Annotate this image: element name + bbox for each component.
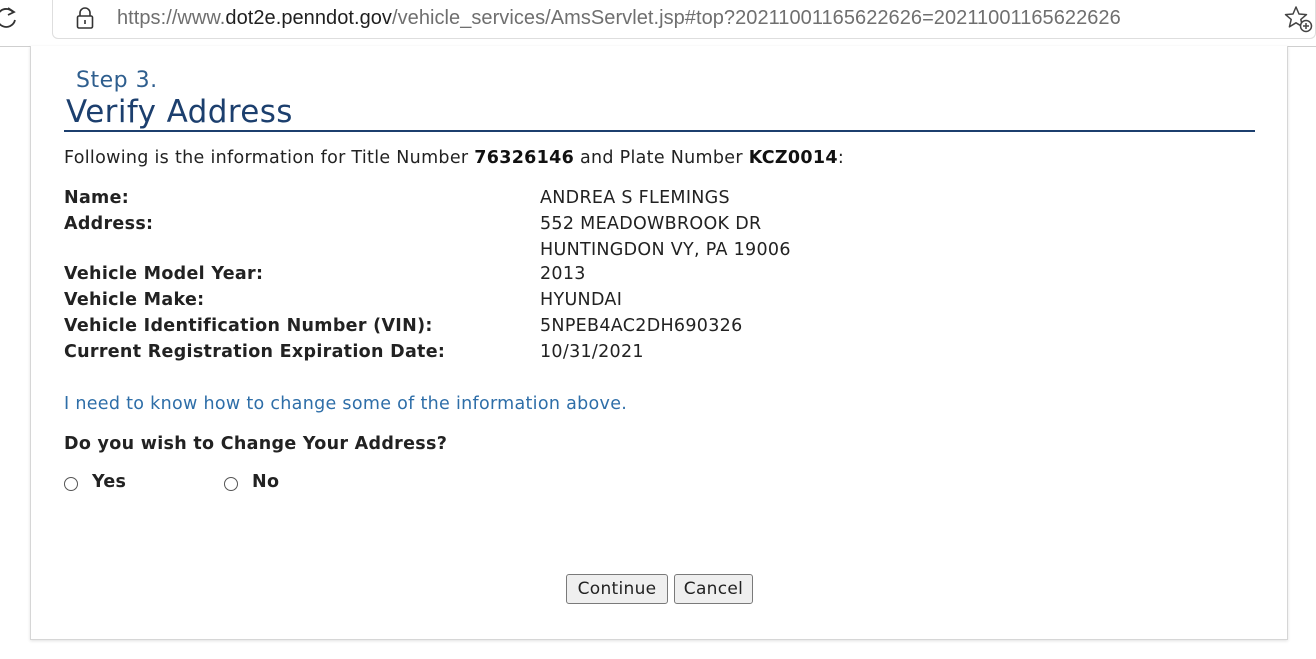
lock-icon[interactable] [75, 6, 95, 30]
url-path: /vehicle_services/AmsServlet.jsp#top?202… [391, 7, 1121, 29]
address-label: Address: [64, 214, 154, 234]
intro-suffix: : [837, 148, 845, 168]
yes-option[interactable]: Yes [64, 470, 126, 494]
intro-middle: and Plate Number [574, 148, 749, 168]
continue-button[interactable]: Continue [566, 574, 668, 604]
no-option[interactable]: No [224, 470, 279, 494]
make-value: HYUNDAI [540, 290, 623, 310]
change-info-help-link[interactable]: I need to know how to change some of the… [64, 392, 627, 416]
browser-toolbar: https://www.dot2e.penndot.gov/vehicle_se… [0, 0, 1316, 47]
expiration-row: Current Registration Expiration Date: 10… [64, 340, 644, 364]
title-divider [64, 130, 1255, 132]
vin-row: Vehicle Identification Number (VIN): 5NP… [64, 314, 742, 338]
intro-text: Following is the information for Title N… [64, 146, 844, 170]
page-card: Step 3. Verify Address Following is the … [30, 46, 1288, 640]
vin-value: 5NPEB4AC2DH690326 [540, 316, 743, 336]
model-year-label: Vehicle Model Year: [64, 264, 264, 284]
url-host: dot2e.penndot.gov [225, 7, 392, 29]
address-row: Address: 552 MEADOWBROOK DR [64, 212, 761, 236]
url-text: https://www.dot2e.penndot.gov/vehicle_se… [117, 6, 1121, 30]
name-label: Name: [64, 188, 130, 208]
yes-label: Yes [92, 472, 127, 492]
address-bar[interactable]: https://www.dot2e.penndot.gov/vehicle_se… [52, 0, 1316, 39]
name-value: ANDREA S FLEMINGS [540, 188, 730, 208]
model-year-row: Vehicle Model Year: 2013 [64, 262, 585, 286]
intro-prefix: Following is the information for Title N… [64, 148, 475, 168]
expiration-label: Current Registration Expiration Date: [64, 342, 446, 362]
cancel-button[interactable]: Cancel [674, 574, 753, 604]
no-radio[interactable] [224, 477, 238, 491]
make-label: Vehicle Make: [64, 290, 205, 310]
url-prefix: https://www. [117, 7, 226, 29]
address-line-1: 552 MEADOWBROOK DR [540, 214, 762, 234]
vin-label: Vehicle Identification Number (VIN): [64, 316, 433, 336]
name-row: Name: ANDREA S FLEMINGS [64, 186, 730, 210]
yes-radio[interactable] [64, 477, 78, 491]
change-address-question: Do you wish to Change Your Address? [64, 434, 448, 454]
page-title: Verify Address [66, 94, 293, 130]
expiration-value: 10/31/2021 [540, 342, 644, 362]
address-line-2: HUNTINGDON VY, PA 19006 [540, 240, 791, 260]
title-number: 76326146 [474, 148, 575, 168]
model-year-value: 2013 [540, 264, 586, 284]
add-favorite-icon[interactable] [1283, 4, 1313, 34]
no-label: No [252, 472, 280, 492]
make-row: Vehicle Make: HYUNDAI [64, 288, 622, 312]
reload-icon[interactable] [0, 4, 20, 32]
plate-number: KCZ0014 [748, 148, 838, 168]
step-label: Step 3. [76, 68, 158, 93]
